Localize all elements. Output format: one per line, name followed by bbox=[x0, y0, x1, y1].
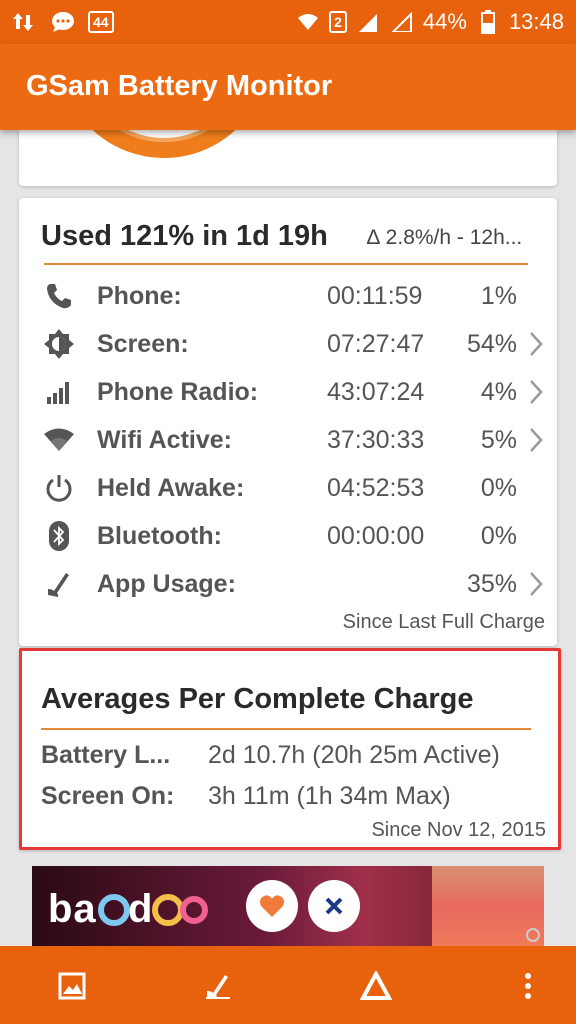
usage-row-percent: 4% bbox=[480, 377, 517, 406]
chat-bubble-icon bbox=[50, 9, 76, 35]
status-bar: 44 2 44% 13:48 bbox=[0, 0, 576, 44]
bottom-action-bar bbox=[0, 946, 576, 1024]
usage-row-percent: 0% bbox=[480, 473, 517, 502]
phone-icon bbox=[41, 278, 77, 314]
close-x-icon[interactable] bbox=[308, 880, 360, 932]
svg-text:ba: ba bbox=[48, 887, 97, 930]
app-bar: GSam Battery Monitor bbox=[0, 44, 576, 130]
usage-row-time: 37:30:33 bbox=[327, 425, 425, 454]
usage-row-percent: 0% bbox=[480, 521, 517, 550]
ad-info-icon[interactable] bbox=[526, 928, 540, 942]
usage-row-bluetooth: Bluetooth: 00:00:00 0% bbox=[41, 512, 547, 560]
signal-bars-icon bbox=[41, 374, 77, 410]
usage-row-percent: 5% bbox=[480, 425, 517, 454]
ad-banner[interactable]: ba d bbox=[32, 866, 544, 946]
image-icon[interactable] bbox=[52, 966, 92, 1006]
clock: 13:48 bbox=[508, 9, 564, 34]
usage-row-percent: 35% bbox=[466, 569, 517, 598]
usage-row-phone-radio[interactable]: Phone Radio: 43:07:24 4% bbox=[41, 368, 547, 416]
ad-brand-logo: ba d bbox=[48, 886, 208, 940]
battery-percent: 44% bbox=[422, 9, 467, 34]
usage-row-time: 43:07:24 bbox=[327, 377, 425, 406]
usage-row-label: Screen: bbox=[97, 329, 189, 358]
usage-row-label: App Usage: bbox=[97, 569, 236, 598]
svg-text:d: d bbox=[128, 887, 153, 930]
power-icon bbox=[41, 470, 77, 506]
sim-slot-badge: 2 bbox=[329, 11, 347, 33]
usage-since-label: Since Last Full Charge bbox=[342, 611, 545, 633]
screen-on-label: Screen On: bbox=[41, 782, 175, 810]
usage-row-label: Phone Radio: bbox=[97, 377, 259, 406]
usage-row-phone: Phone: 00:11:59 1% bbox=[41, 272, 547, 320]
chevron-right-icon[interactable] bbox=[525, 569, 547, 599]
averages-since-label: Since Nov 12, 2015 bbox=[371, 819, 546, 841]
usage-row-time: 07:27:47 bbox=[327, 329, 425, 358]
usage-row-percent: 54% bbox=[466, 329, 517, 358]
usage-row-label: Held Awake: bbox=[97, 473, 245, 502]
signal-2-icon bbox=[389, 9, 415, 35]
averages-divider bbox=[41, 728, 531, 730]
battery-life-value: 2d 10.7h (20h 25m Active) bbox=[208, 741, 500, 769]
wifi-status-icon bbox=[295, 9, 321, 35]
usage-row-time: 04:52:53 bbox=[327, 473, 425, 502]
screen-on-value: 3h 11m (1h 34m Max) bbox=[208, 782, 451, 810]
usage-row-time: 00:00:00 bbox=[327, 521, 425, 550]
usage-row-percent: 1% bbox=[480, 281, 517, 310]
usage-row-wifi[interactable]: Wifi Active: 37:30:33 5% bbox=[41, 416, 547, 464]
battery-icon bbox=[475, 9, 501, 35]
signal-icon bbox=[355, 9, 381, 35]
usage-title: Used 121% in 1d 19h bbox=[41, 220, 328, 252]
averages-title: Averages Per Complete Charge bbox=[41, 683, 474, 715]
usage-row-screen[interactable]: Screen: 07:27:47 54% bbox=[41, 320, 547, 368]
usage-row-label: Wifi Active: bbox=[97, 425, 232, 454]
chevron-right-icon[interactable] bbox=[525, 425, 547, 455]
app-usage-icon bbox=[41, 566, 77, 602]
usage-row-label: Bluetooth: bbox=[97, 521, 222, 550]
overflow-menu-icon[interactable] bbox=[508, 966, 548, 1006]
wifi-icon bbox=[41, 422, 77, 458]
usage-divider bbox=[44, 263, 528, 265]
usage-row-time: 00:11:59 bbox=[327, 281, 423, 310]
usage-row-held-awake: Held Awake: 04:52:53 0% bbox=[41, 464, 547, 512]
transfer-icon bbox=[12, 9, 38, 35]
heart-icon[interactable] bbox=[246, 880, 298, 932]
chevron-right-icon[interactable] bbox=[525, 329, 547, 359]
usage-row-app-usage[interactable]: App Usage: 35% bbox=[41, 560, 547, 608]
usage-delta: ∆ 2.8%/h - 12h... bbox=[367, 226, 523, 249]
brightness-icon bbox=[41, 326, 77, 362]
usage-row-label: Phone: bbox=[97, 281, 182, 310]
app-usage-nav-icon[interactable] bbox=[198, 966, 238, 1006]
averages-card[interactable]: Averages Per Complete Charge Battery L..… bbox=[19, 648, 561, 850]
usage-card: Used 121% in 1d 19h ∆ 2.8%/h - 12h... Ph… bbox=[19, 198, 557, 646]
delta-icon[interactable] bbox=[356, 966, 396, 1006]
chevron-right-icon[interactable] bbox=[525, 377, 547, 407]
notification-count-badge: 44 bbox=[88, 11, 114, 33]
bluetooth-icon bbox=[41, 518, 77, 554]
battery-life-label: Battery L... bbox=[41, 741, 171, 769]
app-title: GSam Battery Monitor bbox=[26, 70, 333, 102]
